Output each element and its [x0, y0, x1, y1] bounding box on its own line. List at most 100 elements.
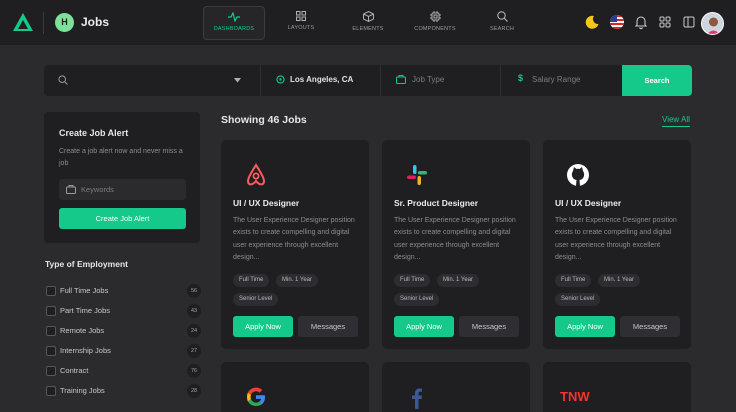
avatar-image — [702, 13, 723, 34]
checkbox[interactable] — [46, 366, 56, 376]
top-navbar: H Jobs DASHBOARDS LAYOUTS ELEMENTS COMPO… — [0, 0, 736, 46]
airbnb-logo-icon — [246, 163, 266, 186]
employment-filter-count: 24 — [187, 324, 201, 338]
moon-icon[interactable] — [584, 14, 600, 30]
grid-icon — [296, 11, 306, 21]
location-field[interactable]: Los Angeles, CA — [261, 65, 379, 96]
job-card[interactable]: Sr. Product Designer The User Experience… — [382, 140, 530, 349]
job-tag: Min. 1 Year — [437, 274, 480, 287]
job-search-bar: Los Angeles, CA Job Type $ Salary Range … — [44, 65, 692, 96]
messages-button[interactable]: Messages — [459, 316, 519, 337]
employment-filter-label: Training Jobs — [60, 386, 105, 395]
nav-elements[interactable]: ELEMENTS — [337, 6, 399, 40]
job-card[interactable]: UI / UX Designer The User Experience Des… — [221, 140, 369, 349]
employment-filter-training[interactable]: Training Jobs 28 — [46, 384, 201, 398]
dollar-icon: $ — [518, 73, 524, 83]
logo-divider — [43, 12, 44, 34]
app-badge: H — [55, 13, 74, 32]
job-card[interactable] — [382, 362, 530, 412]
checkbox[interactable] — [46, 326, 56, 336]
apply-now-button[interactable]: Apply Now — [555, 316, 615, 337]
job-card[interactable]: TNW — [543, 362, 691, 412]
job-type-placeholder: Job Type — [412, 75, 445, 84]
employment-filter-count: 76 — [187, 364, 201, 378]
briefcase-icon — [396, 75, 406, 84]
github-logo-icon — [567, 164, 589, 186]
user-avatar[interactable] — [701, 12, 724, 35]
job-tag: Senior Level — [394, 293, 440, 306]
keywords-placeholder: Keywords — [81, 185, 114, 194]
employment-filter-label: Contract — [60, 366, 89, 375]
job-tag: Full Time — [555, 274, 592, 287]
employment-filter-count: 43 — [187, 304, 201, 318]
create-job-alert-button[interactable]: Create Job Alert — [59, 208, 186, 229]
apply-now-button[interactable]: Apply Now — [394, 316, 454, 337]
job-alert-card: Create Job Alert Create a job alert now … — [44, 112, 200, 243]
salary-range-field[interactable]: $ Salary Range — [501, 65, 622, 96]
nav-elements-label: ELEMENTS — [352, 26, 384, 32]
salary-range-placeholder: Salary Range — [532, 75, 581, 84]
location-pin-icon — [276, 75, 285, 84]
employment-filter-part-time[interactable]: Part Time Jobs 43 — [46, 304, 201, 318]
checkbox[interactable] — [46, 386, 56, 396]
job-type-field[interactable]: Job Type — [381, 65, 499, 96]
keywords-input[interactable]: Keywords — [59, 179, 186, 200]
job-tag: Senior Level — [233, 293, 279, 306]
employment-filter-label: Internship Jobs — [60, 346, 111, 355]
messages-button[interactable]: Messages — [620, 316, 680, 337]
search-icon — [496, 11, 508, 22]
nav-layouts[interactable]: LAYOUTS — [270, 6, 332, 40]
job-description: The User Experience Designer position ex… — [394, 217, 516, 261]
checkbox[interactable] — [46, 286, 56, 296]
caret-down-icon[interactable] — [234, 78, 241, 83]
chip-icon — [429, 11, 441, 22]
job-tag: Full Time — [394, 274, 431, 287]
checkbox[interactable] — [46, 306, 56, 316]
checkbox[interactable] — [46, 346, 56, 356]
employment-filter-full-time[interactable]: Full Time Jobs 56 — [46, 284, 201, 298]
search-button[interactable]: Search — [622, 65, 692, 96]
job-description: The User Experience Designer position ex… — [555, 217, 677, 261]
nav-components[interactable]: COMPONENTS — [404, 6, 466, 40]
sidebar-icon[interactable] — [681, 14, 697, 30]
app-title: Jobs — [81, 15, 110, 29]
us-flag-icon[interactable] — [609, 14, 625, 30]
job-alert-description: Create a job alert now and never miss a … — [59, 148, 183, 167]
cube-icon — [362, 11, 374, 22]
pulse-icon — [228, 12, 240, 22]
employment-filter-label: Remote Jobs — [60, 326, 105, 335]
employment-filter-count: 27 — [187, 344, 201, 358]
view-all-link[interactable]: View All — [662, 115, 690, 127]
messages-button[interactable]: Messages — [298, 316, 358, 337]
job-title[interactable]: UI / UX Designer — [555, 198, 621, 208]
employment-filter-count: 28 — [187, 384, 201, 398]
nav-dashboards-label: DASHBOARDS — [213, 26, 255, 32]
employment-filter-contract[interactable]: Contract 76 — [46, 364, 201, 378]
job-title[interactable]: Sr. Product Designer — [394, 198, 478, 208]
keyword-search-field[interactable] — [44, 65, 260, 96]
job-tag: Senior Level — [555, 293, 601, 306]
employment-filter-internship[interactable]: Internship Jobs 27 — [46, 344, 201, 358]
jobs-count-heading: Showing 46 Jobs — [221, 114, 307, 126]
job-card[interactable] — [221, 362, 369, 412]
apply-now-button[interactable]: Apply Now — [233, 316, 293, 337]
facebook-logo-icon — [412, 388, 422, 409]
job-tag: Min. 1 Year — [276, 274, 319, 287]
nav-layouts-label: LAYOUTS — [287, 25, 315, 31]
bell-icon[interactable] — [633, 14, 649, 30]
search-icon — [58, 75, 68, 85]
job-title[interactable]: UI / UX Designer — [233, 198, 299, 208]
nav-search[interactable]: SEARCH — [471, 6, 533, 40]
apps-icon[interactable] — [657, 14, 673, 30]
nav-dashboards[interactable]: DASHBOARDS — [203, 6, 265, 40]
google-logo-icon — [247, 387, 265, 406]
briefcase-icon — [66, 185, 76, 194]
slack-logo-icon — [407, 165, 427, 185]
brand-logo-icon[interactable] — [12, 12, 34, 32]
nav-search-label: SEARCH — [489, 26, 515, 32]
job-card[interactable]: UI / UX Designer The User Experience Des… — [543, 140, 691, 349]
employment-type-title: Type of Employment — [45, 259, 128, 269]
job-alert-title: Create Job Alert — [59, 128, 129, 138]
employment-filter-label: Full Time Jobs — [60, 286, 109, 295]
employment-filter-remote[interactable]: Remote Jobs 24 — [46, 324, 201, 338]
